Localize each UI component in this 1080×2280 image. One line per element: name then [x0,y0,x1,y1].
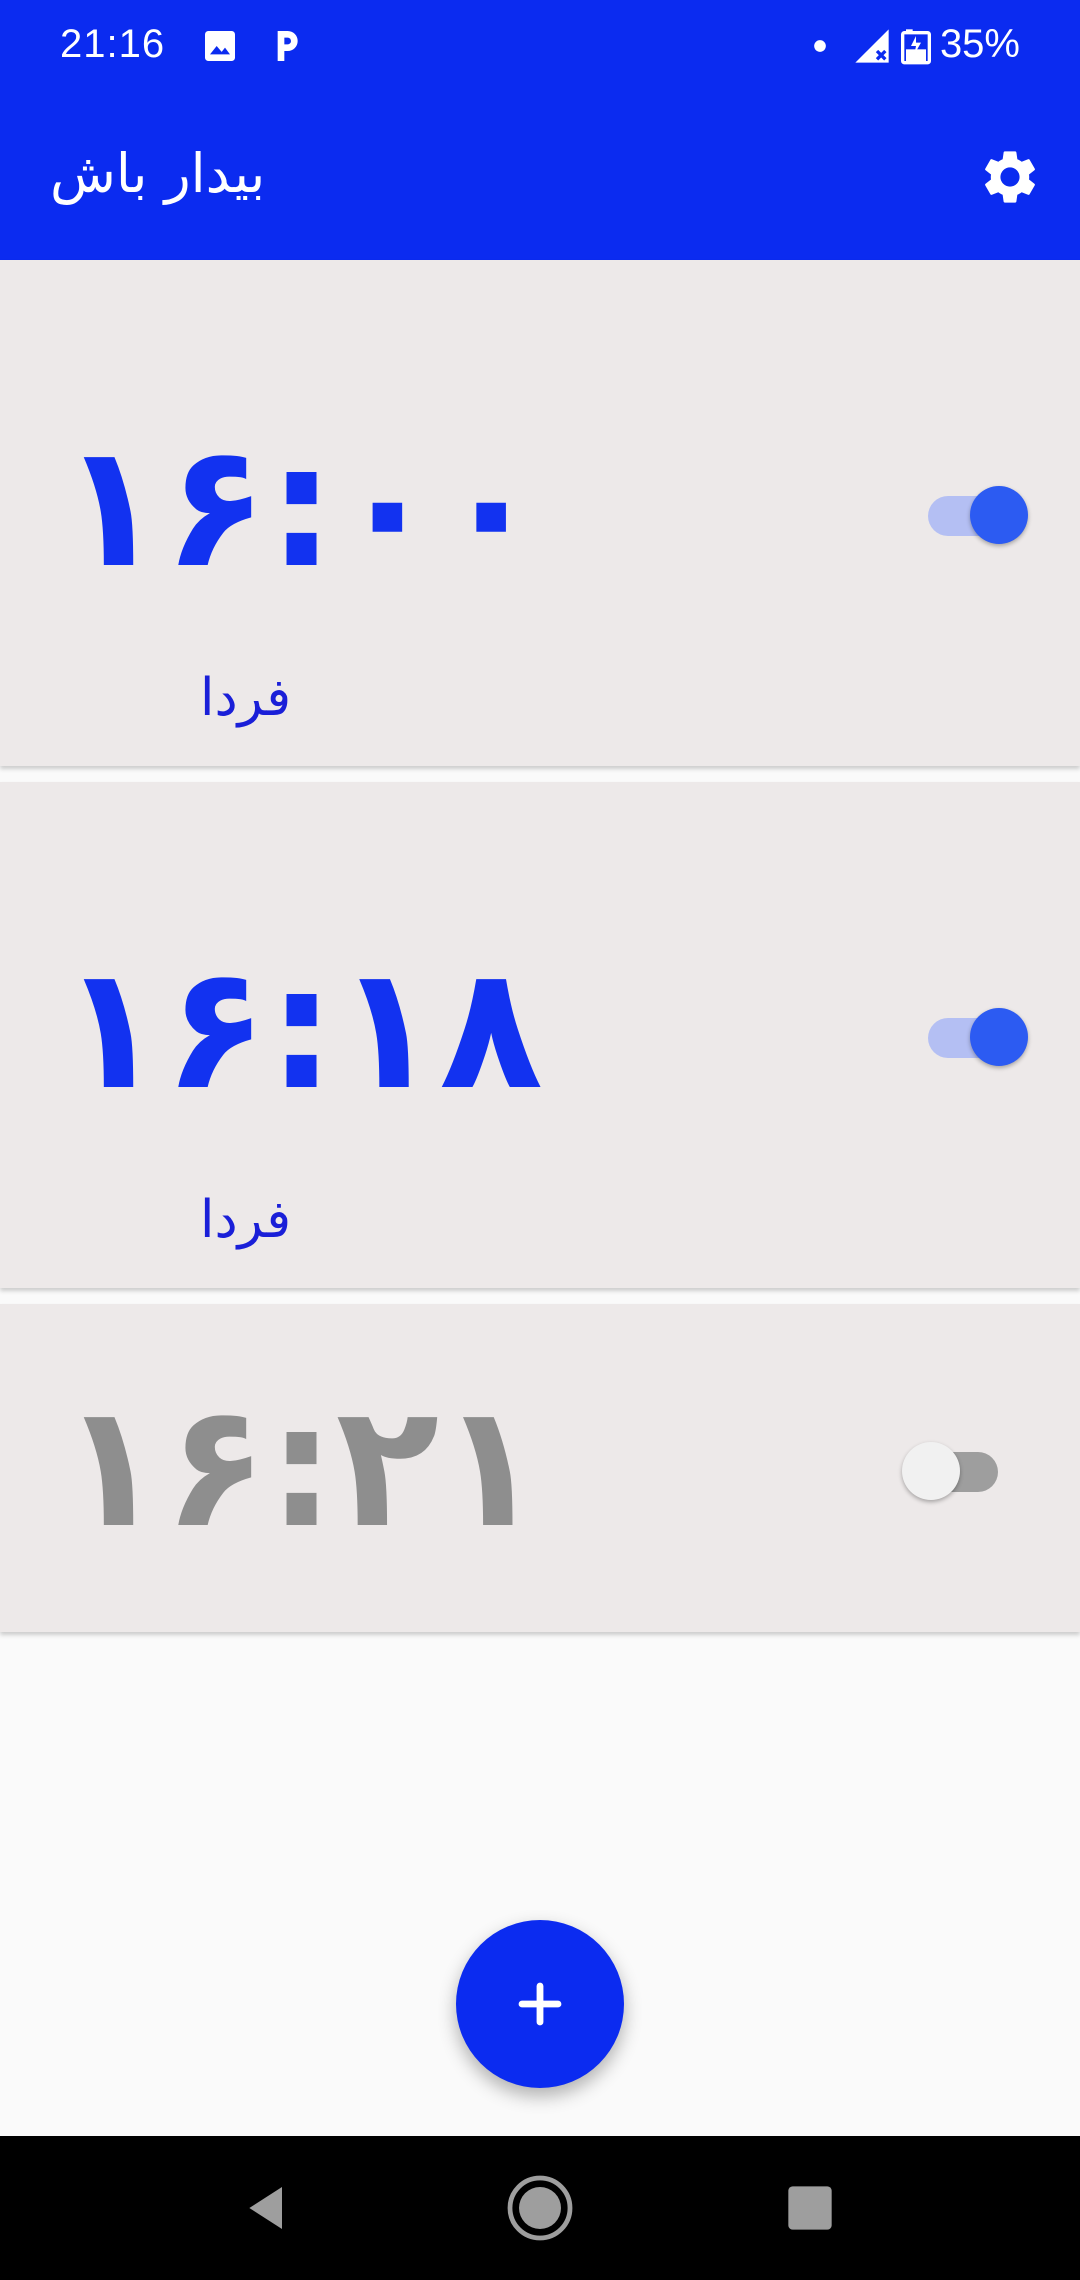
nav-bar [0,2136,1080,2280]
recents-icon [788,2186,832,2230]
alarm-toggle-3[interactable] [902,1438,1002,1500]
app-bar: بیدار باش [0,96,1080,260]
alarm-card-3[interactable]: ۱۶:۲۱ [0,1304,1080,1632]
alarm-toggle-1[interactable] [924,482,1028,544]
screen: 21:16 35% بیدار باش ۱۶:۰۰ فردا ۱۶:۱۸ فرد… [0,0,1080,2280]
alarm-day-label: فردا [200,1190,292,1250]
toggle-thumb [970,1008,1028,1066]
parking-icon [266,26,306,66]
plus-icon [518,1982,562,2026]
dot-icon [800,26,840,66]
alarm-card-2[interactable]: ۱۶:۱۸ فردا [0,782,1080,1288]
gear-icon [985,151,1035,203]
alarm-time[interactable]: ۱۶:۱۸ [60,944,543,1114]
status-time: 21:16 [60,22,166,66]
toggle-thumb [902,1442,960,1500]
status-bar: 21:16 35% [0,0,1080,96]
add-alarm-button[interactable] [456,1920,624,2088]
image-icon [200,26,240,66]
alarm-card-1[interactable]: ۱۶:۰۰ فردا [0,260,1080,766]
home-icon [507,2175,573,2241]
back-button[interactable] [228,2168,308,2248]
alarm-toggle-2[interactable] [924,1004,1028,1066]
battery-icon [896,26,936,66]
app-title: بیدار باش [50,142,266,205]
back-icon [249,2187,282,2229]
alarm-time[interactable]: ۱۶:۰۰ [60,422,543,592]
toggle-thumb [970,486,1028,544]
alarm-time[interactable]: ۱۶:۲۱ [60,1382,543,1552]
settings-button[interactable] [974,141,1046,213]
home-button[interactable] [500,2168,580,2248]
battery-percent: 35% [939,22,1020,66]
signal-icon [852,26,892,66]
alarm-day-label: فردا [200,668,292,728]
recents-button[interactable] [770,2168,850,2248]
